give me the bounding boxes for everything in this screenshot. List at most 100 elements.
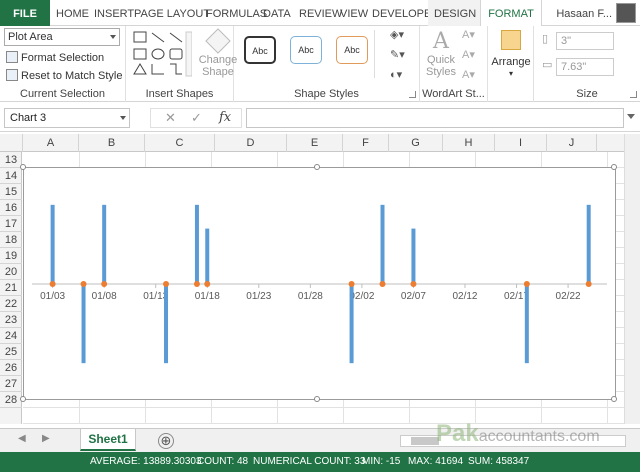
x-tick-label: 01/08	[92, 291, 117, 302]
row-header[interactable]: 24	[0, 328, 22, 344]
next-sheet-icon[interactable]: ▶	[42, 433, 50, 444]
quick-styles-button[interactable]: A Quick Styles	[424, 30, 458, 79]
select-all-corner[interactable]	[0, 134, 23, 152]
name-box[interactable]: Chart 3	[4, 108, 130, 128]
shape-style-2[interactable]: Abc	[290, 36, 322, 64]
reset-style-icon	[6, 69, 18, 81]
status-min: MIN: -15	[362, 456, 401, 467]
shape-styles-scroll[interactable]	[374, 30, 384, 78]
shape-effects-button[interactable]: ◐▾	[390, 68, 412, 84]
shape-styles-launcher-icon[interactable]	[409, 91, 416, 98]
chart-element-select[interactable]: Plot Area	[4, 28, 120, 46]
cancel-icon[interactable]: ✕	[165, 110, 176, 126]
format-selection-icon	[6, 51, 18, 63]
x-tick-label: 01/23	[246, 291, 271, 302]
row-header[interactable]: 22	[0, 296, 22, 312]
add-sheet-button[interactable]: ⊕	[158, 433, 174, 449]
column-header[interactable]: H	[443, 134, 495, 152]
status-sum: SUM: 458347	[468, 456, 530, 467]
row-header[interactable]: 14	[0, 168, 22, 184]
group-shape-styles: Abc Abc Abc ◈▾ ✎▾ ◐▾ Shape Styles	[234, 26, 420, 102]
height-input[interactable]: 3"	[556, 32, 614, 50]
width-input[interactable]: 7.63"	[556, 58, 614, 76]
reset-to-match-style-button[interactable]: Reset to Match Style	[6, 68, 123, 84]
vertical-scrollbar[interactable]	[624, 134, 640, 424]
text-fill-button[interactable]: A▾	[462, 28, 484, 44]
column-header[interactable]: F	[343, 134, 389, 152]
tab-design[interactable]: DESIGN	[428, 0, 480, 26]
row-header[interactable]: 25	[0, 344, 22, 360]
chevron-down-icon: ▾	[508, 69, 513, 78]
row-header[interactable]: 13	[0, 152, 22, 168]
text-outline-button[interactable]: A▾	[462, 48, 484, 64]
data-point	[410, 281, 417, 287]
enter-icon[interactable]: ✓	[191, 110, 202, 126]
bar	[81, 284, 86, 364]
insert-function-icon[interactable]: fx	[219, 110, 231, 125]
bar	[380, 204, 385, 284]
column-header[interactable]: E	[287, 134, 343, 152]
shape-fill-button[interactable]: ◈▾	[390, 28, 412, 44]
size-launcher-icon[interactable]	[630, 91, 637, 98]
row-header[interactable]: 15	[0, 184, 22, 200]
format-selection-button[interactable]: Format Selection	[6, 50, 104, 66]
bar	[524, 284, 529, 364]
arrange-button[interactable]: Arrange ▾	[491, 30, 531, 80]
row-header[interactable]: 23	[0, 312, 22, 328]
data-point	[163, 281, 170, 287]
formula-input[interactable]	[246, 108, 624, 128]
resize-handle[interactable]	[20, 164, 26, 170]
status-numerical-count: NUMERICAL COUNT: 33	[253, 456, 366, 467]
sheet-tab-sheet1[interactable]: Sheet1	[80, 429, 136, 451]
row-header[interactable]: 21	[0, 280, 22, 296]
column-header[interactable]: G	[389, 134, 443, 152]
tab-format[interactable]: FORMAT	[480, 0, 542, 27]
x-tick-label: 02/22	[556, 291, 581, 302]
shape-outline-button[interactable]: ✎▾	[390, 48, 412, 64]
reset-style-label: Reset to Match Style	[21, 70, 123, 82]
row-header[interactable]: 19	[0, 248, 22, 264]
status-average: AVERAGE: 13889.30303	[90, 456, 202, 467]
shape-style-1[interactable]: Abc	[244, 36, 276, 64]
row-header[interactable]: 20	[0, 264, 22, 280]
resize-handle[interactable]	[314, 164, 320, 170]
column-header[interactable]: C	[145, 134, 215, 152]
row-header[interactable]: 17	[0, 216, 22, 232]
chart-plot[interactable]: 01/03 01/08 01/13 01/18 01/23 01/28 02/02 02/07…	[24, 168, 615, 399]
shape-style-3[interactable]: Abc	[336, 36, 368, 64]
horizontal-scroll-thumb[interactable]	[411, 437, 439, 445]
expand-formula-bar-icon[interactable]	[627, 114, 635, 119]
avatar[interactable]	[616, 3, 636, 23]
data-point	[523, 281, 530, 287]
prev-sheet-icon[interactable]: ◀	[18, 433, 26, 444]
column-header[interactable]: B	[79, 134, 145, 152]
resize-handle[interactable]	[20, 396, 26, 402]
resize-handle[interactable]	[314, 396, 320, 402]
group-label-shape-styles: Shape Styles	[294, 88, 359, 100]
ribbon-tabs: FILE HOME INSERT PAGE LAYOUT FORMULAS DA…	[0, 0, 640, 27]
row-header[interactable]: 27	[0, 376, 22, 392]
row-header[interactable]: 18	[0, 232, 22, 248]
data-point	[101, 281, 108, 287]
resize-handle[interactable]	[611, 396, 617, 402]
change-shape-button[interactable]: Change Shape	[198, 28, 238, 78]
column-header[interactable]: A	[23, 134, 79, 152]
row-header[interactable]: 26	[0, 360, 22, 376]
row-header[interactable]: 28	[0, 392, 22, 408]
format-selection-label: Format Selection	[21, 52, 105, 64]
tab-file[interactable]: FILE	[0, 0, 50, 26]
bar	[102, 204, 107, 284]
chart-area[interactable]: 01/03 01/08 01/13 01/18 01/23 01/28 02/02 02/07…	[20, 164, 617, 402]
user-name[interactable]: Hasaan F...	[556, 0, 612, 26]
resize-handle[interactable]	[611, 164, 617, 170]
tab-data[interactable]: DATA	[257, 0, 297, 26]
text-effects-button[interactable]: A▾	[462, 68, 484, 84]
bar	[164, 284, 169, 364]
quick-styles-label-2: Styles	[426, 66, 456, 78]
column-header[interactable]: I	[495, 134, 547, 152]
column-header[interactable]: D	[215, 134, 287, 152]
shapes-gallery[interactable]	[132, 30, 192, 78]
column-header[interactable]: J	[547, 134, 597, 152]
row-header[interactable]: 16	[0, 200, 22, 216]
bar	[194, 204, 199, 284]
